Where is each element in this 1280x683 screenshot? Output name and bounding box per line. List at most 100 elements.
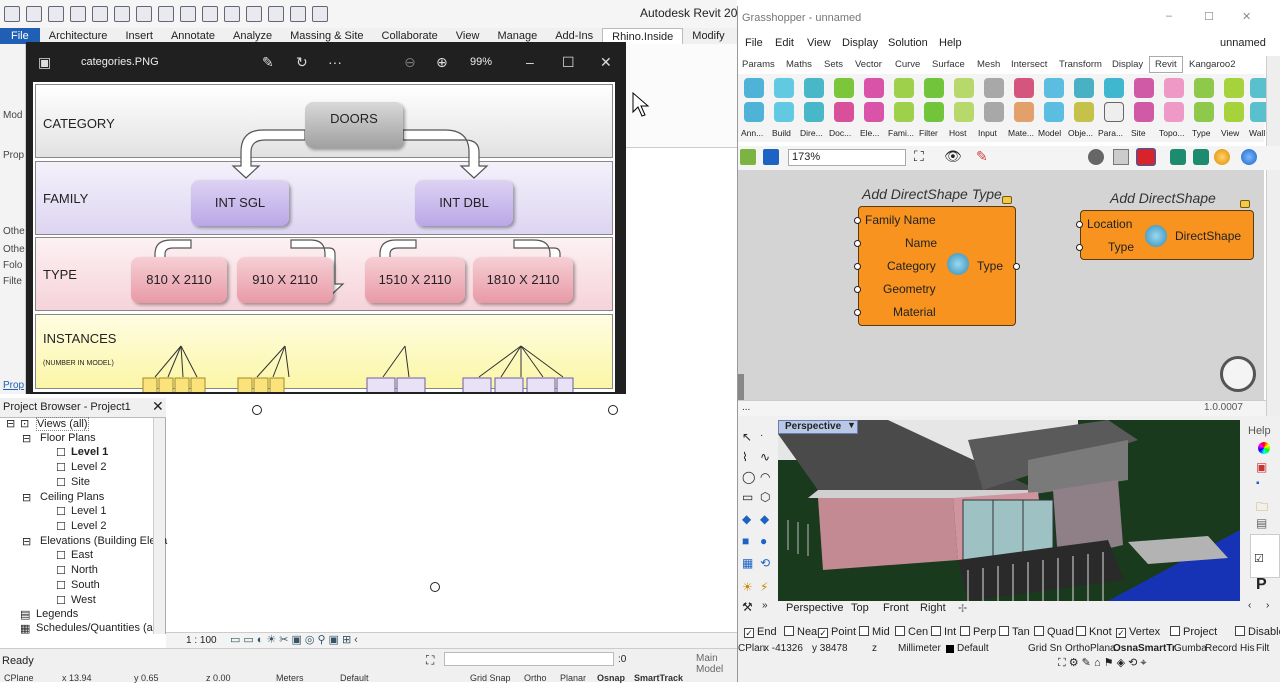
snap-mid[interactable]: Mid xyxy=(859,626,890,638)
tree-item-level-2[interactable]: Level 2 xyxy=(71,461,106,473)
checkbox[interactable] xyxy=(784,626,794,636)
view-tab-front[interactable]: Front xyxy=(883,602,909,614)
snap-int[interactable]: Int xyxy=(931,626,956,638)
document-component-icon[interactable] xyxy=(834,78,854,98)
transform-icon[interactable]: ⟲ xyxy=(760,556,770,570)
analyze-icon[interactable]: ⚒ xyxy=(742,600,753,614)
gh-canvas[interactable]: Add DirectShape Type Family Name Name Ca… xyxy=(738,170,1264,400)
checkbox[interactable] xyxy=(859,626,869,636)
status-smarttrack[interactable]: SmartTr xyxy=(1138,643,1176,654)
add-directshape-type-component[interactable]: Family Name Name Category Geometry Mater… xyxy=(858,206,1016,326)
preview-selected-icon[interactable] xyxy=(1136,148,1156,166)
snap-quad[interactable]: Quad xyxy=(1034,626,1074,638)
annotation-component-icon[interactable] xyxy=(744,102,764,122)
model-component-icon[interactable] xyxy=(1044,102,1064,122)
workset-dropdown[interactable] xyxy=(444,652,614,666)
menu-edit[interactable]: Edit xyxy=(775,37,794,49)
preview-mesh-icon[interactable] xyxy=(1113,149,1129,165)
input-name[interactable]: Name xyxy=(905,236,937,250)
switch-windows-icon[interactable] xyxy=(312,6,328,22)
preview-eye-icon[interactable]: 👁 xyxy=(944,148,962,165)
document-component-icon[interactable] xyxy=(834,102,854,122)
save-file-icon[interactable] xyxy=(763,149,779,165)
browser-scrollbar[interactable] xyxy=(153,418,165,634)
mesh-icon[interactable]: ▦ xyxy=(742,556,753,570)
input-family-name[interactable]: Family Name xyxy=(865,213,936,227)
close-icon[interactable]: ✕ xyxy=(152,398,164,415)
status-gumball[interactable]: Gumba xyxy=(1174,643,1207,654)
tree-item-ceiling-level-2[interactable]: Level 2 xyxy=(71,520,106,532)
topography-component-icon[interactable] xyxy=(1164,78,1184,98)
menu-solution[interactable]: Solution xyxy=(888,37,928,49)
snap-project[interactable]: Project xyxy=(1170,626,1217,638)
tree-item-east[interactable]: East xyxy=(71,549,93,561)
zoom-in-icon[interactable]: ⊕ xyxy=(436,54,448,71)
radial-menu-icon[interactable] xyxy=(1220,356,1256,392)
curve-icon[interactable]: ∿ xyxy=(760,450,770,464)
shaded-icon[interactable] xyxy=(1170,149,1186,165)
view-marker[interactable] xyxy=(430,582,440,592)
add-directshape-component[interactable]: Location Type DirectShape xyxy=(1080,210,1254,260)
status-ortho[interactable]: Ortho xyxy=(1065,643,1090,654)
status-osnap[interactable]: Osna xyxy=(1113,643,1138,654)
boolean-icon[interactable]: ● xyxy=(760,534,767,548)
input-location[interactable]: Location xyxy=(1087,217,1132,231)
checkbox[interactable] xyxy=(1170,626,1180,636)
minimize-icon[interactable]: – xyxy=(526,54,534,70)
snap-vertex[interactable]: ✓ Vertex xyxy=(1116,626,1160,638)
close-icon[interactable]: ✕ xyxy=(600,54,612,71)
input-component-icon[interactable] xyxy=(984,102,1004,122)
snap-perp[interactable]: Perp xyxy=(960,626,996,638)
color-icon[interactable] xyxy=(1258,442,1270,454)
add-view-tab-icon[interactable]: ✢ xyxy=(958,602,967,615)
filter-component-icon[interactable] xyxy=(924,102,944,122)
maximize-icon[interactable]: ☐ xyxy=(1204,10,1214,23)
annotation-component-icon[interactable] xyxy=(744,78,764,98)
model-component-icon[interactable] xyxy=(1044,78,1064,98)
help-label[interactable]: Help xyxy=(1248,425,1271,437)
output-directshape[interactable]: DirectShape xyxy=(1175,229,1241,243)
display-icon[interactable]: ▣ xyxy=(1256,460,1267,474)
drawing-canvas[interactable] xyxy=(166,398,737,632)
gh-tab-surface[interactable]: Surface xyxy=(932,59,965,70)
close-icon[interactable]: ✕ xyxy=(1242,10,1251,23)
menu-help[interactable]: Help xyxy=(939,37,962,49)
checkbox[interactable]: ✓ xyxy=(1116,628,1126,638)
close-hidden-icon[interactable] xyxy=(290,6,306,22)
status-grid-snap[interactable]: Grid Sn xyxy=(1028,643,1062,654)
view-tab-right[interactable]: Right xyxy=(920,602,946,614)
tree-item-elevations[interactable]: Elevations (Building Eleva xyxy=(40,535,167,547)
input-category[interactable]: Category xyxy=(887,259,936,273)
polyline-icon[interactable]: ⌇ xyxy=(742,450,748,464)
zoom-out-icon[interactable]: ⊖ xyxy=(404,54,416,71)
tree-toggle[interactable]: ⊟ xyxy=(22,491,31,504)
gh-scrollbar[interactable] xyxy=(1266,56,1280,416)
build-component-icon[interactable] xyxy=(774,78,794,98)
dimension-icon[interactable] xyxy=(202,6,218,22)
gh-tab-transform[interactable]: Transform xyxy=(1059,59,1102,70)
family-component-icon[interactable] xyxy=(894,78,914,98)
checkbox[interactable] xyxy=(1235,626,1245,636)
text-icon[interactable] xyxy=(224,6,240,22)
light-icon[interactable]: ☀ xyxy=(742,580,753,594)
checkbox[interactable] xyxy=(1034,626,1044,636)
tree-toggle[interactable]: ⊟ xyxy=(6,417,15,430)
status-layer[interactable]: Default xyxy=(957,643,989,654)
section-icon[interactable] xyxy=(268,6,284,22)
save-icon[interactable] xyxy=(70,6,86,22)
host-component-icon[interactable] xyxy=(954,102,974,122)
snap-knot[interactable]: Knot xyxy=(1076,626,1112,638)
site-component-icon[interactable] xyxy=(1134,102,1154,122)
design-option-field[interactable]: Main Model xyxy=(696,653,737,675)
snap-disable[interactable]: Disable xyxy=(1235,626,1280,638)
directshape-component-icon[interactable] xyxy=(804,102,824,122)
minimize-icon[interactable]: – xyxy=(1166,10,1172,22)
status-planar[interactable]: Plana xyxy=(1090,643,1116,654)
home-icon[interactable] xyxy=(26,6,42,22)
shaded-icon[interactable] xyxy=(1193,149,1209,165)
tree-item-level-1[interactable]: Level 1 xyxy=(71,446,108,458)
build-component-icon[interactable] xyxy=(774,102,794,122)
more-button[interactable]: ··· xyxy=(328,54,342,70)
view-tab-top[interactable]: Top xyxy=(851,602,869,614)
circle-icon[interactable]: ◯ xyxy=(742,470,755,484)
